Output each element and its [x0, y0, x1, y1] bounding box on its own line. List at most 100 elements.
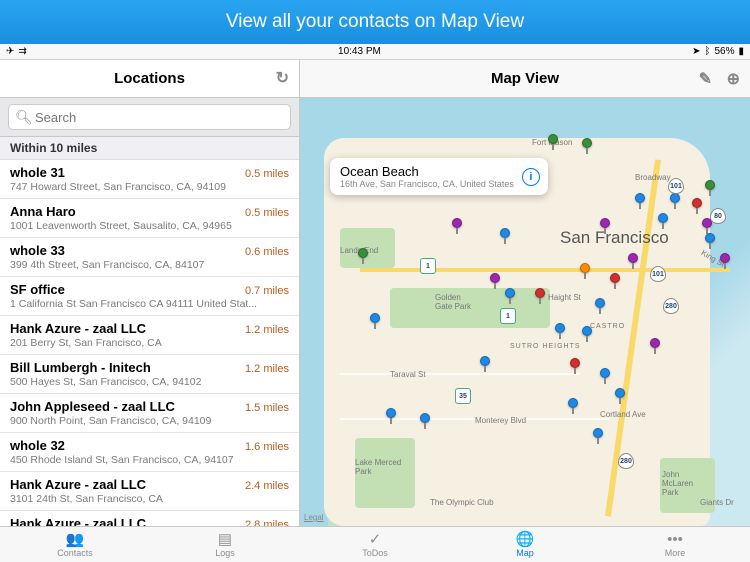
search-icon: 🔍︎ [15, 109, 33, 126]
location-distance: 1.5 miles [245, 402, 289, 414]
label-olympic: The Olympic Club [430, 498, 494, 507]
location-distance: 1.2 miles [245, 324, 289, 336]
map-pin[interactable] [480, 356, 490, 366]
route-shield: 280 [663, 298, 679, 314]
location-name: Bill Lumbergh - Initech [10, 360, 151, 375]
map-pin[interactable] [650, 338, 660, 348]
location-row[interactable]: Hank Azure - zaal LLC2.8 miles625 Dougla… [0, 511, 299, 526]
todos-icon: ✓ [369, 532, 382, 547]
location-distance: 0.5 miles [245, 207, 289, 219]
location-distance: 1.6 miles [245, 441, 289, 453]
map-pane: Map View ✎ ⊕ San Francisco Fort Mason Br… [300, 60, 750, 526]
map-pin[interactable] [670, 193, 680, 203]
label-mclaren: John McLaren Park [662, 470, 693, 497]
map-pin[interactable] [452, 218, 462, 228]
location-name: whole 33 [10, 243, 65, 258]
map-callout[interactable]: Ocean Beach 16th Ave, San Francisco, CA,… [330, 158, 548, 195]
map-pin[interactable] [705, 233, 715, 243]
map-pin[interactable] [370, 313, 380, 323]
tab-label: Contacts [57, 548, 93, 558]
map-pin[interactable] [580, 263, 590, 273]
map-pin[interactable] [600, 218, 610, 228]
label-cortland: Cortland Ave [600, 410, 646, 419]
map-pin[interactable] [548, 134, 558, 144]
compose-button[interactable]: ✎ [699, 69, 712, 89]
map-pin[interactable] [555, 323, 565, 333]
map-pin[interactable] [358, 248, 368, 258]
location-distance: 0.6 miles [245, 246, 289, 258]
sidebar-title: Locations [114, 70, 185, 87]
sidebar-header: Locations ↻ [0, 60, 299, 98]
route-shield: 280 [618, 453, 634, 469]
tab-label: More [665, 548, 686, 558]
map-pin[interactable] [595, 298, 605, 308]
location-row[interactable]: Hank Azure - zaal LLC 1.2 miles201 Berry … [0, 316, 299, 355]
map-pin[interactable] [568, 398, 578, 408]
locate-button[interactable]: ⊕ [727, 69, 740, 89]
route-shield: 80 [710, 208, 726, 224]
location-address: 450 Rhode Island St, San Francisco, CA, … [10, 454, 289, 466]
label-broadway: Broadway [635, 173, 671, 182]
map-canvas[interactable]: San Francisco Fort Mason Broadway Lands … [300, 98, 750, 526]
location-distance: 2.4 miles [245, 480, 289, 492]
location-row[interactable]: SF office0.7 miles1 California St San Fr… [0, 277, 299, 316]
location-address: 399 4th Street, San Francisco, CA, 84107 [10, 259, 289, 271]
tab-map[interactable]: 🌐Map [450, 527, 600, 562]
map-pin[interactable] [420, 413, 430, 423]
tab-more[interactable]: •••More [600, 527, 750, 562]
map-pin[interactable] [582, 326, 592, 336]
map-pin[interactable] [386, 408, 396, 418]
map-pin[interactable] [593, 428, 603, 438]
map-pin[interactable] [505, 288, 515, 298]
refresh-button[interactable]: ↻ [276, 68, 289, 88]
location-name: Hank Azure - zaal LLC [10, 321, 146, 336]
banner-title: View all your contacts on Map View [226, 11, 524, 33]
tab-logs[interactable]: ▤Logs [150, 527, 300, 562]
location-row[interactable]: Hank Azure - zaal LLC2.4 miles3101 24th … [0, 472, 299, 511]
map-pin[interactable] [600, 368, 610, 378]
location-name: whole 31 [10, 165, 65, 180]
label-haight: Haight St [548, 293, 581, 302]
map-pin[interactable] [582, 138, 592, 148]
tab-label: Map [516, 548, 534, 558]
label-taraval: Taraval St [390, 370, 426, 379]
location-row[interactable]: whole 32 1.6 miles450 Rhode Island St, Sa… [0, 433, 299, 472]
location-address: 500 Hayes St, San Francisco, CA, 94102 [10, 376, 289, 388]
location-name: Anna Haro [10, 204, 76, 219]
location-row[interactable]: Bill Lumbergh - Initech1.2 miles500 Haye… [0, 355, 299, 394]
location-row[interactable]: Anna Haro0.5 miles1001 Leavenworth Stree… [0, 199, 299, 238]
tab-todos[interactable]: ✓ToDos [300, 527, 450, 562]
callout-info-button[interactable]: i [522, 168, 540, 186]
location-name: whole 32 [10, 438, 65, 453]
map-pin[interactable] [720, 253, 730, 263]
map-legal-link[interactable]: Legal [304, 513, 324, 522]
location-row[interactable]: whole 33 0.6 miles399 4th Street, San Fra… [0, 238, 299, 277]
location-name: Hank Azure - zaal LLC [10, 477, 146, 492]
location-row[interactable]: John Appleseed - zaal LLC1.5 miles900 No… [0, 394, 299, 433]
location-address: 747 Howard Street, San Francisco, CA, 94… [10, 181, 289, 193]
location-distance: 2.8 miles [245, 519, 289, 526]
map-pin[interactable] [490, 273, 500, 283]
map-pin[interactable] [535, 288, 545, 298]
label-castro: CASTRO [590, 323, 625, 330]
route-shield: 101 [668, 178, 684, 194]
locations-list[interactable]: whole 310.5 miles747 Howard Street, San … [0, 160, 299, 526]
location-row[interactable]: whole 31 0.5 miles747 Howard Street, San … [0, 160, 299, 199]
map-pin[interactable] [570, 358, 580, 368]
location-distance: 0.5 miles [245, 168, 289, 180]
search-input[interactable] [8, 104, 291, 130]
map-pin[interactable] [692, 198, 702, 208]
tab-label: Logs [215, 548, 235, 558]
map-pin[interactable] [610, 273, 620, 283]
tab-contacts[interactable]: 👥Contacts [0, 527, 150, 562]
location-address: 1 California St San Francisco CA 94111 U… [10, 298, 289, 310]
map-pin[interactable] [635, 193, 645, 203]
map-pin[interactable] [500, 228, 510, 238]
map-title: Map View [491, 70, 559, 87]
map-pin[interactable] [615, 388, 625, 398]
map-pin[interactable] [628, 253, 638, 263]
map-pin[interactable] [705, 180, 715, 190]
map-pin[interactable] [658, 213, 668, 223]
location-address: 201 Berry St, San Francisco, CA [10, 337, 289, 349]
contacts-icon: 👥 [66, 532, 85, 547]
